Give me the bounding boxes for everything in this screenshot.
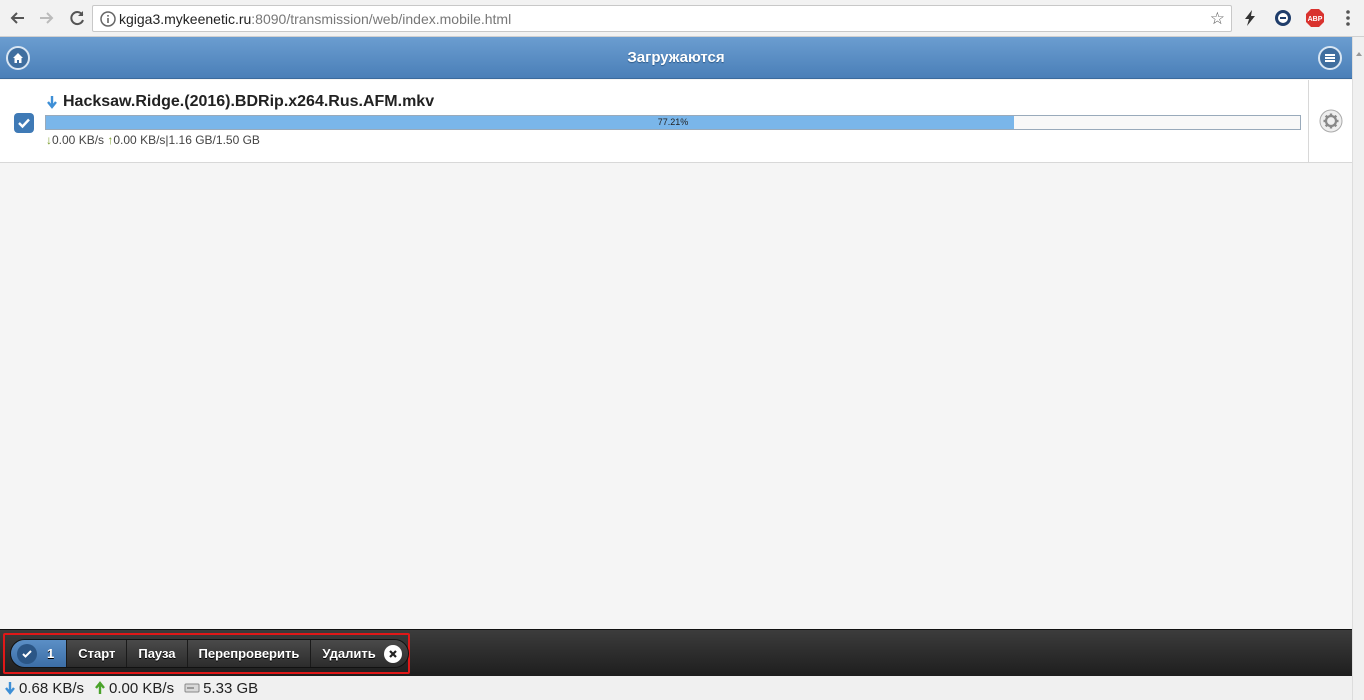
- checkmark-icon: [18, 118, 30, 129]
- check-circle-icon: [17, 643, 37, 664]
- selection-toolbar: 1 Старт Пауза Перепроверить Удалить: [0, 629, 1352, 676]
- extension-e-icon[interactable]: [1273, 8, 1293, 28]
- torrent-size: 1.16 GB/1.50 GB: [168, 133, 260, 147]
- status-download: 0.68 KB/s: [4, 680, 88, 697]
- status-free-space: 5.33 GB: [184, 680, 262, 697]
- selected-count: 1: [47, 646, 55, 661]
- torrent-name: Hacksaw.Ridge.(2016).BDRip.x264.Rus.AFM.…: [63, 93, 435, 110]
- gear-icon: [1319, 109, 1342, 133]
- bookmark-star-icon[interactable]: ☆: [1210, 9, 1225, 29]
- arrow-left-icon: [10, 12, 24, 24]
- adblock-icon[interactable]: ABP: [1305, 8, 1325, 28]
- torrent-checkbox[interactable]: [14, 113, 34, 133]
- info-icon[interactable]: [97, 10, 119, 27]
- upload-arrow-icon: [95, 681, 105, 694]
- browser-toolbar: kgiga3.mykeenetic.ru:8090/transmission/w…: [0, 0, 1364, 37]
- status-free-space-value: 5.33 GB: [203, 679, 259, 697]
- home-button[interactable]: [6, 46, 30, 70]
- home-icon: [13, 53, 23, 63]
- address-bar[interactable]: kgiga3.mykeenetic.ru:8090/transmission/w…: [92, 5, 1232, 32]
- lightning-extension-icon[interactable]: [1240, 8, 1260, 28]
- torrent-settings-button[interactable]: [1308, 80, 1352, 162]
- download-arrow-icon: [47, 96, 57, 109]
- hamburger-icon: [1325, 54, 1335, 62]
- scroll-up-icon[interactable]: [1355, 45, 1363, 57]
- torrent-row[interactable]: Hacksaw.Ridge.(2016).BDRip.x264.Rus.AFM.…: [0, 80, 1352, 163]
- forward-button[interactable]: [34, 5, 60, 31]
- pause-button[interactable]: Пауза: [127, 640, 188, 667]
- torrent-title: Hacksaw.Ridge.(2016).BDRip.x264.Rus.AFM.…: [46, 93, 434, 111]
- url-host: kgiga3.mykeenetic.ru: [119, 10, 252, 27]
- action-button-group: 1 Старт Пауза Перепроверить Удалить: [10, 639, 409, 668]
- status-down-speed: 0.68 KB/s: [19, 679, 85, 697]
- status-bar: 0.68 KB/s 0.00 KB/s 5.33 GB: [0, 676, 1352, 700]
- torrent-up-speed: 0.00 KB/s: [113, 133, 166, 147]
- torrent-down-speed: 0.00 KB/s: [52, 133, 105, 147]
- start-button[interactable]: Старт: [67, 640, 128, 667]
- app-header: Загружаются: [0, 37, 1352, 79]
- remove-label: Удалить: [322, 646, 376, 661]
- selected-count-button[interactable]: 1: [11, 640, 68, 667]
- url-text: kgiga3.mykeenetic.ru:8090/transmission/w…: [119, 11, 511, 27]
- torrent-progress-bar: 77.21%: [45, 115, 1301, 130]
- hard-drive-icon: [184, 683, 200, 693]
- arrow-right-icon: [40, 12, 54, 24]
- verify-button[interactable]: Перепроверить: [187, 640, 312, 667]
- page-scrollbar[interactable]: [1352, 37, 1364, 700]
- menu-button[interactable]: [1318, 46, 1342, 70]
- menu-dots-icon[interactable]: [1338, 8, 1358, 28]
- reload-icon: [70, 11, 84, 26]
- status-up-speed: 0.00 KB/s: [109, 679, 175, 697]
- back-button[interactable]: [4, 5, 30, 31]
- close-icon: [383, 644, 402, 663]
- page-title: Загружаются: [627, 49, 725, 66]
- status-upload: 0.00 KB/s: [94, 680, 178, 697]
- download-arrow-icon: [5, 682, 15, 695]
- progress-label: 77.21%: [657, 117, 689, 127]
- torrent-stats: ↓0.00 KB/s ↑0.00 KB/s|1.16 GB/1.50 GB: [46, 133, 260, 147]
- remove-button[interactable]: Удалить: [311, 640, 408, 667]
- adblock-label: ABP: [1308, 16, 1323, 23]
- reload-button[interactable]: [64, 5, 90, 31]
- url-path: :8090/transmission/web/index.mobile.html: [251, 10, 512, 27]
